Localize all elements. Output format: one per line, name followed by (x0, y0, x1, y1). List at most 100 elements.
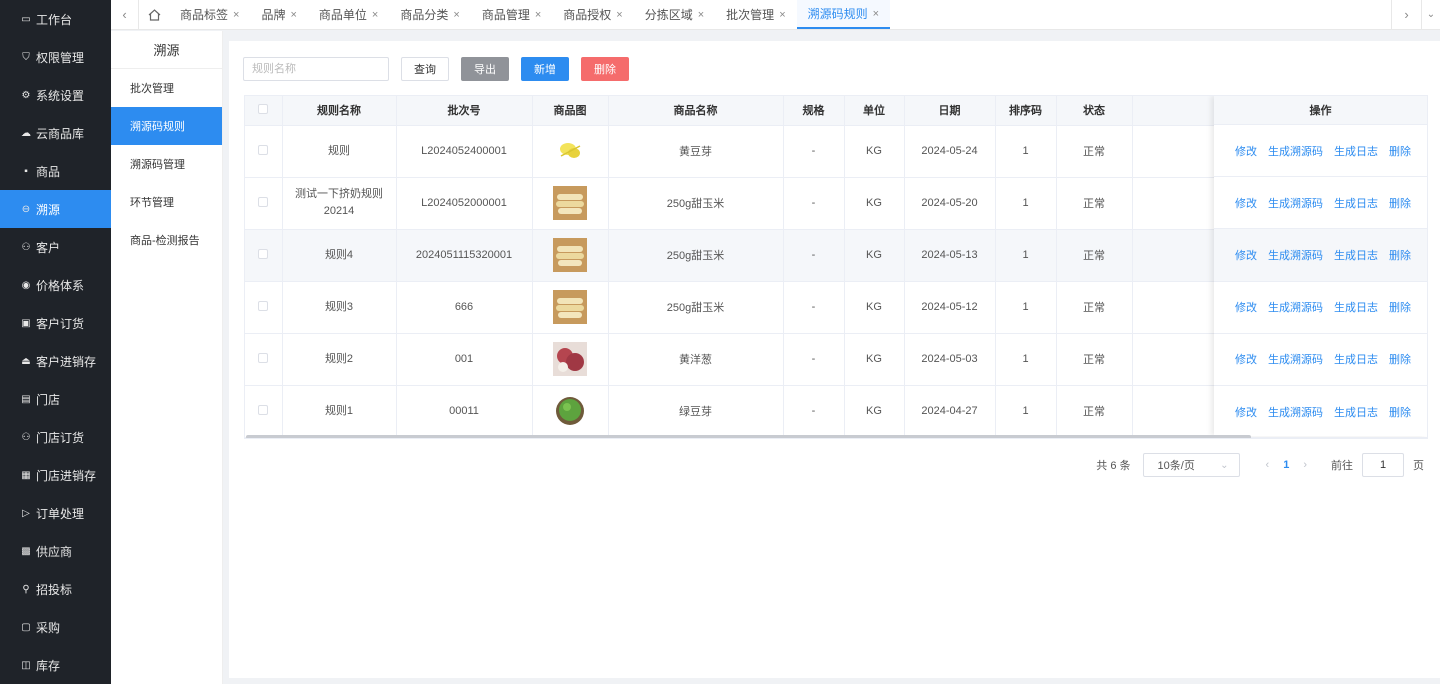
close-icon[interactable]: × (453, 9, 459, 21)
edit-link[interactable]: 修改 (1235, 247, 1257, 263)
sidebar-item[interactable]: ▷ 订单处理 (0, 494, 111, 532)
row-checkbox[interactable] (258, 404, 269, 415)
tab[interactable]: 溯源码规则 × (796, 0, 891, 29)
row-checkbox[interactable] (258, 248, 269, 259)
sidebar-item[interactable]: ▩ 供应商 (0, 532, 111, 570)
sidebar-item[interactable]: ▦ 门店进销存 (0, 456, 111, 494)
row-checkbox[interactable] (258, 300, 269, 311)
delete-link[interactable]: 删除 (1389, 195, 1411, 211)
delete-link[interactable]: 删除 (1389, 351, 1411, 367)
bean-sprout-thumb[interactable] (553, 134, 587, 168)
edit-link[interactable]: 修改 (1235, 299, 1257, 315)
generate-trace-code-link[interactable]: 生成溯源码 (1268, 299, 1323, 315)
next-page-icon[interactable]: › (1303, 459, 1307, 471)
corn-thumb[interactable] (553, 290, 587, 324)
tab[interactable]: 商品单位 × (308, 0, 389, 29)
row-checkbox[interactable] (258, 196, 269, 207)
generate-trace-code-link[interactable]: 生成溯源码 (1268, 247, 1323, 263)
edit-link[interactable]: 修改 (1235, 195, 1257, 211)
tab[interactable]: 品牌 × (250, 0, 307, 29)
submenu-item[interactable]: 商品-检测报告 (111, 221, 222, 259)
close-icon[interactable]: × (535, 9, 541, 21)
delete-link[interactable]: 删除 (1389, 299, 1411, 315)
close-icon[interactable]: × (873, 8, 879, 20)
sidebar-item[interactable]: ▪ 商品 (0, 152, 111, 190)
onion-thumb[interactable] (553, 342, 587, 376)
cell-product: 250g甜玉米 (608, 281, 784, 334)
trace-icon: ⊖ (21, 203, 31, 215)
rule-name-search-input[interactable] (243, 57, 389, 81)
close-icon[interactable]: × (779, 9, 785, 21)
generate-log-link[interactable]: 生成日志 (1334, 247, 1378, 263)
generate-trace-code-link[interactable]: 生成溯源码 (1268, 195, 1323, 211)
submenu-item[interactable]: 环节管理 (111, 183, 222, 221)
sidebar-item[interactable]: ◉ 价格体系 (0, 266, 111, 304)
home-icon[interactable] (139, 0, 169, 29)
tab[interactable]: 商品管理 × (471, 0, 552, 29)
sidebar-item[interactable]: ▭ 工作台 (0, 0, 111, 38)
sidebar-item[interactable]: ☁ 云商品库 (0, 114, 111, 152)
sidebar-item[interactable]: ⛉ 权限管理 (0, 38, 111, 76)
close-icon[interactable]: × (290, 9, 296, 21)
sidebar-item[interactable]: ⏏ 客户进销存 (0, 342, 111, 380)
tabs-scroll-right-button[interactable]: › (1391, 0, 1421, 29)
generate-trace-code-link[interactable]: 生成溯源码 (1268, 143, 1323, 159)
corn-thumb[interactable] (553, 238, 587, 272)
mung-sprout-thumb[interactable] (553, 394, 587, 428)
row-checkbox[interactable] (258, 352, 269, 363)
submenu-item[interactable]: 溯源码管理 (111, 145, 222, 183)
product-image-cell (532, 177, 609, 230)
page-size-select[interactable]: 10条/页 ⌄ (1142, 453, 1240, 477)
tab[interactable]: 批次管理 × (715, 0, 796, 29)
page-number-current[interactable]: 1 (1283, 459, 1289, 471)
close-icon[interactable]: × (233, 9, 239, 21)
cell-spec: - (783, 229, 845, 282)
select-all-checkbox[interactable] (258, 103, 269, 114)
query-button[interactable]: 查询 (401, 57, 449, 81)
sidebar-item[interactable]: ⚲ 招投标 (0, 570, 111, 608)
tabs-scroll-left-button[interactable]: ‹ (111, 0, 139, 29)
edit-link[interactable]: 修改 (1235, 404, 1257, 420)
horizontal-scrollbar[interactable] (246, 435, 1251, 438)
generate-log-link[interactable]: 生成日志 (1334, 195, 1378, 211)
row-checkbox[interactable] (258, 144, 269, 155)
edit-link[interactable]: 修改 (1235, 351, 1257, 367)
tab[interactable]: 商品授权 × (552, 0, 633, 29)
generate-log-link[interactable]: 生成日志 (1334, 351, 1378, 367)
sidebar-item[interactable]: ◫ 库存 (0, 646, 111, 684)
export-button[interactable]: 导出 (461, 57, 509, 81)
chevron-down-icon[interactable]: ⌄ (1421, 0, 1440, 29)
sidebar-item[interactable]: ▢ 采购 (0, 608, 111, 646)
generate-log-link[interactable]: 生成日志 (1334, 404, 1378, 420)
generate-log-link[interactable]: 生成日志 (1334, 143, 1378, 159)
corn-thumb[interactable] (553, 186, 587, 220)
sidebar-item[interactable]: ⊖ 溯源 (0, 190, 111, 228)
sidebar-item[interactable]: ⚙ 系统设置 (0, 76, 111, 114)
sidebar-item[interactable]: ⚇ 门店订货 (0, 418, 111, 456)
goto-page-input[interactable]: 1 (1362, 453, 1404, 477)
delete-link[interactable]: 删除 (1389, 404, 1411, 420)
sidebar-item[interactable]: ▣ 客户订货 (0, 304, 111, 342)
tab[interactable]: 商品分类 × (389, 0, 470, 29)
prev-page-icon[interactable]: ‹ (1266, 459, 1270, 471)
delete-link[interactable]: 删除 (1389, 143, 1411, 159)
delete-button[interactable]: 删除 (581, 57, 629, 81)
add-button[interactable]: 新增 (521, 57, 569, 81)
submenu-item[interactable]: 溯源码规则 (111, 107, 222, 145)
generate-trace-code-link[interactable]: 生成溯源码 (1268, 351, 1323, 367)
submenu-item[interactable]: 批次管理 (111, 69, 222, 107)
tab[interactable]: 分拣区域 × (634, 0, 715, 29)
delete-link[interactable]: 删除 (1389, 247, 1411, 263)
generate-trace-code-link[interactable]: 生成溯源码 (1268, 404, 1323, 420)
edit-link[interactable]: 修改 (1235, 143, 1257, 159)
sidebar-item[interactable]: ⚇ 客户 (0, 228, 111, 266)
close-icon[interactable]: × (698, 9, 704, 21)
sidebar-item[interactable]: ▤ 门店 (0, 380, 111, 418)
generate-log-link[interactable]: 生成日志 (1334, 299, 1378, 315)
sidebar-item-label: 采购 (36, 620, 61, 635)
sidebar-item-label: 溯源 (36, 202, 61, 217)
tab[interactable]: 商品标签 × (169, 0, 250, 29)
rules-table: 规则名称批次号商品图商品名称规格单位日期排序码状态创建时间操作 规则L20240… (244, 95, 1428, 439)
close-icon[interactable]: × (616, 9, 622, 21)
close-icon[interactable]: × (372, 9, 378, 21)
